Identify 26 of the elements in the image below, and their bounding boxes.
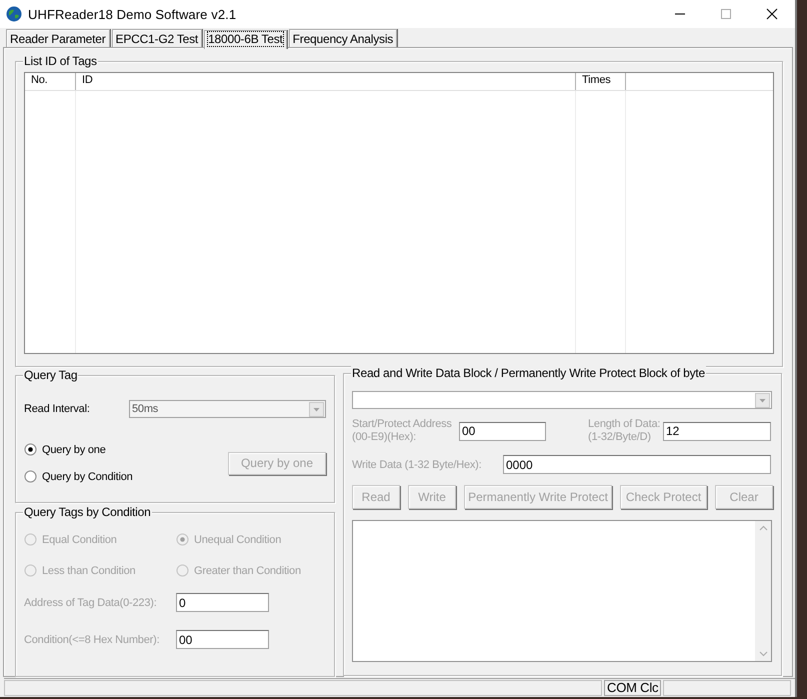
field-label: Read Interval: — [24, 403, 91, 415]
radio-label[interactable]: Query by Condition — [42, 470, 133, 482]
interval-dropdown[interactable]: 50ms — [129, 400, 326, 418]
group-title: Query Tag — [23, 368, 78, 382]
group-title: Read and Write Data Block / Permanently Write Protect Block of byte — [351, 366, 706, 380]
field-label: Address of Tag Data(0-223): — [24, 596, 158, 608]
tag-list[interactable]: No. ID Times — [24, 72, 774, 354]
radio-button[interactable] — [24, 443, 37, 456]
field-label: Write Data (1-32 Byte/Hex): — [352, 458, 482, 470]
window-title: UHFReader18 Demo Software v2.1 — [28, 6, 236, 22]
field-label: Length of Data: (1-32/Byte/D) — [588, 418, 662, 444]
group-title: Query Tags by Condition — [23, 505, 152, 519]
tab[interactable]: Frequency Analysis — [288, 29, 398, 47]
group-title: List ID of Tags — [23, 54, 98, 68]
globe-icon — [6, 6, 22, 22]
scroll-up-icon[interactable] — [758, 525, 768, 531]
scroll-down-icon[interactable] — [758, 651, 768, 657]
dropdown-caret-icon[interactable] — [309, 402, 324, 416]
tab[interactable]: EPCC1-G2 Test — [112, 29, 202, 47]
field-label: Start/Protect Address (00-E9)(Hex): — [352, 418, 453, 444]
radio-label[interactable]: Query by one — [42, 444, 106, 456]
port-status: COM Clc — [604, 680, 662, 696]
radio-button[interactable] — [24, 470, 37, 483]
field-label: Condition(<=8 Hex Number): — [24, 634, 160, 646]
tab[interactable]: 18000-6B Test — [204, 30, 287, 49]
tab[interactable]: Reader Parameter — [6, 29, 110, 47]
